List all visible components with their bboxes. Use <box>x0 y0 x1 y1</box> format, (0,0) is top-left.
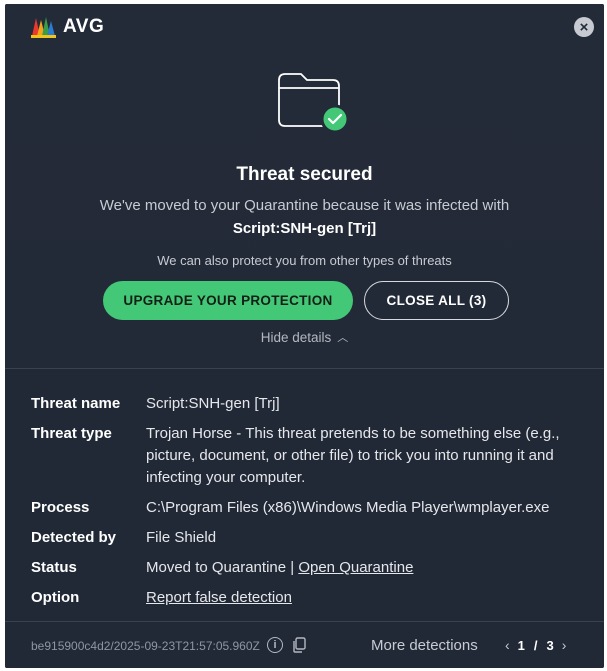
detail-value: Trojan Horse - This threat pretends to b… <box>146 423 591 489</box>
hide-details-label: Hide details <box>260 330 332 345</box>
info-icon[interactable]: i <box>267 637 283 653</box>
avg-logo-icon <box>31 17 56 38</box>
chevron-right-icon[interactable]: › <box>558 637 571 653</box>
open-quarantine-link[interactable]: Open Quarantine <box>298 559 413 576</box>
avg-logo: AVG <box>29 14 104 40</box>
threat-dialog: AVG × Threat secured We've moved to your… <box>5 4 604 668</box>
detail-key: Option <box>31 589 80 606</box>
detail-key: Status <box>31 559 77 576</box>
detections-pager: ‹ 1 / 3 › <box>501 637 570 653</box>
detail-row-option: Option Report false detection <box>31 587 591 609</box>
upgrade-protection-button[interactable]: UPGRADE YOUR PROTECTION <box>103 281 353 320</box>
detail-key: Process <box>31 499 90 516</box>
detail-value: Script:SNH-gen [Trj] <box>146 395 280 412</box>
detail-row-status: Status Moved to Quarantine | Open Quaran… <box>31 557 591 579</box>
chevron-left-icon[interactable]: ‹ <box>501 637 514 653</box>
dialog-footer: be915900c4d2/2025-09-23T21:57:05.960Z i … <box>5 622 604 668</box>
detail-row-detected-by: Detected by File Shield <box>31 527 591 549</box>
detail-key: Threat type <box>31 425 112 442</box>
threat-details: Threat name Script:SNH-gen [Trj] Threat … <box>5 369 604 621</box>
threat-type-line: picture, document, or other file) to tri… <box>146 447 554 464</box>
detail-value: C:\Program Files (x86)\Windows Media Pla… <box>146 499 550 516</box>
total-pages: 3 <box>546 637 554 653</box>
copy-icon[interactable] <box>292 637 306 653</box>
folder-check-icon <box>278 73 350 134</box>
brand-name: AVG <box>63 16 105 37</box>
close-icon: × <box>579 18 589 36</box>
more-detections-label: More detections <box>371 637 478 654</box>
report-false-detection-link[interactable]: Report false detection <box>146 589 292 606</box>
status-text: Moved to Quarantine | <box>146 559 299 576</box>
threat-type-line: Trojan Horse - This threat pretends to b… <box>146 425 560 442</box>
close-button[interactable]: × <box>574 17 594 37</box>
quarantine-message: We've moved to your Quarantine because i… <box>99 197 510 214</box>
detection-id: be915900c4d2/2025-09-23T21:57:05.960Z <box>31 639 260 653</box>
page-separator: / <box>533 637 538 653</box>
detail-row-threat-name: Threat name Script:SNH-gen [Trj] <box>31 393 591 415</box>
chevron-up-icon: ︿ <box>337 332 349 344</box>
detail-row-process: Process C:\Program Files (x86)\Windows M… <box>31 497 591 519</box>
detail-value: Report false detection <box>146 587 591 609</box>
page-title: Threat secured <box>236 164 373 185</box>
detail-key: Detected by <box>31 529 117 546</box>
dialog-header: AVG × Threat secured We've moved to your… <box>5 4 604 368</box>
detail-row-threat-type: Threat type Trojan Horse - This threat p… <box>31 423 591 489</box>
threat-type-line: infecting your computer. <box>146 469 306 486</box>
current-page: 1 <box>517 637 525 653</box>
protection-note: We can also protect you from other types… <box>157 253 452 268</box>
detail-value: File Shield <box>146 529 217 546</box>
close-all-button[interactable]: CLOSE ALL (3) <box>364 281 509 320</box>
detail-key: Threat name <box>31 395 121 412</box>
detail-value: Moved to Quarantine | Open Quarantine <box>146 557 591 579</box>
hide-details-toggle[interactable]: Hide details ︿ <box>5 330 604 346</box>
threat-name-heading: Script:SNH-gen [Trj] <box>232 220 377 237</box>
